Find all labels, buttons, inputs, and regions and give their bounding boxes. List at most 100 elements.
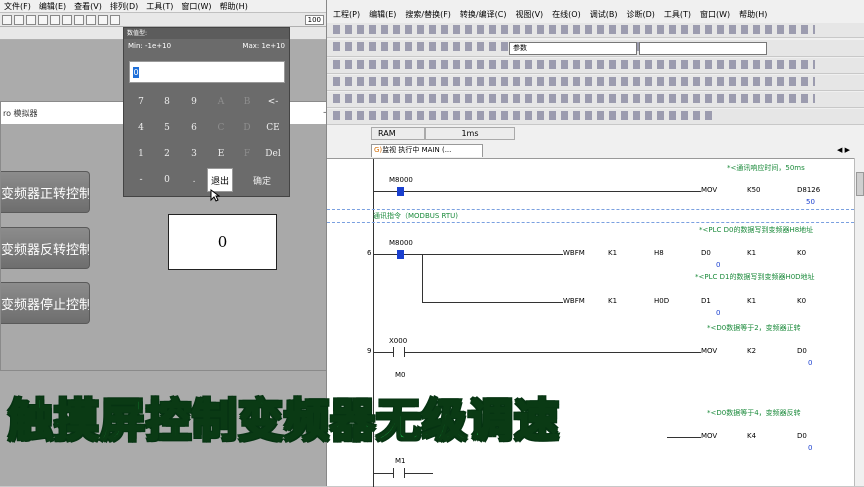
key-backspace[interactable]: <- — [260, 90, 286, 114]
tab-main-monitor[interactable]: G)监视 执行中 MAIN (... — [371, 144, 483, 157]
key-b[interactable]: B — [234, 90, 260, 114]
tab-prefix: G) — [374, 146, 383, 154]
status-cells: RAM 1ms — [371, 127, 621, 140]
key-2[interactable]: 2 — [154, 142, 180, 166]
rung1-op1: K50 — [747, 186, 761, 194]
rung5-op1: K4 — [747, 432, 757, 440]
rung1-instruction: MOV — [701, 186, 718, 194]
menu-edit[interactable]: 编辑(E) — [35, 1, 70, 12]
rung-separator — [327, 222, 854, 223]
rung2-contact[interactable] — [397, 250, 404, 259]
menu-arrange[interactable]: 排列(D) — [106, 1, 142, 12]
toolbar-row-4 — [327, 75, 864, 91]
tab-nav-arrows[interactable]: ◀ ▶ — [837, 146, 850, 154]
tab-label: 监视 执行中 MAIN (... — [382, 146, 452, 154]
menu-search-replace[interactable]: 搜索/替换(F) — [405, 9, 451, 20]
print-icon[interactable] — [38, 14, 48, 25]
key-1[interactable]: 1 — [128, 142, 154, 166]
cut-icon[interactable] — [50, 14, 60, 25]
key-8[interactable]: 8 — [154, 90, 180, 114]
rung5-contact-label: M1 — [395, 457, 406, 465]
rung1-op2: D8126 — [797, 186, 821, 194]
keypad-min-label: Min: -1e+10 — [128, 42, 172, 50]
toolbar-row-3 — [327, 58, 864, 74]
rung2-comment: *<PLC D0的数据写到变频器H8地址 — [699, 226, 814, 234]
menu-tools[interactable]: 工具(T) — [142, 1, 177, 12]
menu-window[interactable]: 窗口(W) — [177, 1, 215, 12]
undo-icon[interactable] — [86, 14, 96, 25]
stop-control-button[interactable]: 变频器停止控制 — [1, 282, 90, 324]
menu-convert-compile[interactable]: 转换/编译(C) — [460, 9, 507, 20]
key-e[interactable]: E — [208, 142, 234, 166]
menu-file[interactable]: 文件(F) — [0, 1, 35, 12]
key-delete[interactable]: Del — [260, 142, 286, 166]
keypad-title: 数值型: — [124, 28, 289, 39]
rung2-op5: K0 — [797, 249, 807, 257]
save-icon[interactable] — [26, 14, 36, 25]
menu-debug[interactable]: 调试(B) — [590, 9, 618, 20]
menu-online[interactable]: 在线(O) — [552, 9, 581, 20]
menu-diagnostics[interactable]: 诊断(D) — [626, 9, 654, 20]
menu-help[interactable]: 帮助(H) — [216, 1, 252, 12]
simulator-title: ro 模拟器 — [3, 108, 38, 118]
reverse-control-button[interactable]: 变频器反转控制 — [1, 227, 90, 269]
key-9[interactable]: 9 — [181, 90, 207, 114]
rung4-contact2-label: M0 — [395, 371, 406, 379]
keypad-range: Min: -1e+10 Max: 1e+10 — [124, 40, 289, 52]
rung4-instruction: MOV — [701, 347, 718, 355]
rung3-value: 0 — [716, 309, 721, 317]
rung4-branch — [373, 352, 374, 386]
key-5[interactable]: 5 — [154, 116, 180, 140]
toolbar-row-1 — [327, 23, 864, 38]
key-a[interactable]: A — [208, 90, 234, 114]
key-c[interactable]: C — [208, 116, 234, 140]
menu-project[interactable]: 工程(P) — [333, 9, 360, 20]
key-6[interactable]: 6 — [181, 116, 207, 140]
open-icon[interactable] — [14, 14, 24, 25]
rung3-op3: D1 — [701, 297, 711, 305]
rung4-contact[interactable] — [393, 347, 405, 357]
forward-control-button[interactable]: 变频器正转控制 — [1, 171, 90, 213]
rung4-step: 9 — [367, 347, 372, 355]
scan-time-cell: 1ms — [425, 127, 515, 140]
rung5-op2: D0 — [797, 432, 807, 440]
scrollbar-thumb[interactable] — [856, 172, 864, 196]
menu-help[interactable]: 帮助(H) — [739, 9, 767, 20]
zoom-icon[interactable] — [110, 14, 120, 25]
key-minus[interactable]: - — [128, 168, 154, 192]
key-3[interactable]: 3 — [181, 142, 207, 166]
rung-separator — [327, 209, 854, 210]
menu-edit[interactable]: 编辑(E) — [369, 9, 396, 20]
key-4[interactable]: 4 — [128, 116, 154, 140]
vertical-scrollbar[interactable] — [854, 158, 864, 486]
paste-icon[interactable] — [74, 14, 84, 25]
menu-window[interactable]: 窗口(W) — [700, 9, 730, 20]
key-confirm[interactable]: 确定 — [238, 168, 286, 192]
parameter-select-2[interactable] — [639, 42, 767, 55]
rung3-wire — [422, 302, 563, 303]
new-icon[interactable] — [2, 14, 12, 25]
key-7[interactable]: 7 — [128, 90, 154, 114]
copy-icon[interactable] — [62, 14, 72, 25]
menu-view[interactable]: 视图(V) — [515, 9, 543, 20]
rung3-branch — [422, 254, 423, 302]
key-d[interactable]: D — [234, 116, 260, 140]
zoom-field[interactable]: 100 — [304, 14, 324, 25]
key-f[interactable]: F — [234, 142, 260, 166]
key-clear-entry[interactable]: CE — [260, 116, 286, 140]
rung2-contact-label: M8000 — [389, 239, 413, 247]
keypad-input[interactable]: 0 — [129, 61, 285, 83]
key-dot[interactable]: . — [181, 168, 207, 192]
rung3-op5: K0 — [797, 297, 807, 305]
menu-tools[interactable]: 工具(T) — [664, 9, 691, 20]
menu-view[interactable]: 查看(V) — [70, 1, 106, 12]
redo-icon[interactable] — [98, 14, 108, 25]
parameter-select[interactable]: 参数 — [509, 42, 637, 55]
key-0[interactable]: 0 — [154, 168, 180, 192]
rung2-value: 0 — [716, 261, 721, 269]
rung3-op1: K1 — [608, 297, 618, 305]
memory-cell: RAM — [371, 127, 425, 140]
frequency-input-box[interactable]: 0 — [168, 214, 277, 270]
rung1-contact[interactable] — [397, 187, 404, 196]
rung5-contact[interactable] — [393, 468, 405, 478]
